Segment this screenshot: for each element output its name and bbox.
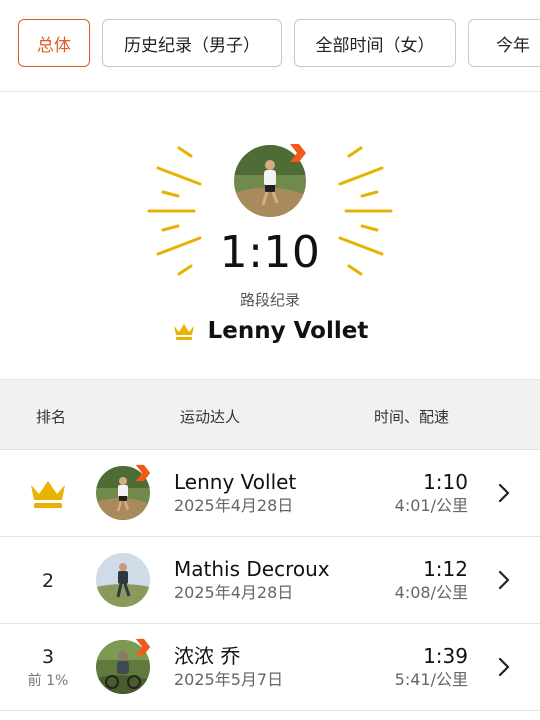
subscriber-badge-icon (290, 144, 306, 162)
leaderboard-row[interactable]: 2 Mathis Decroux 2025年4月28日 1:12 4:08/公里 (0, 537, 540, 624)
header-time-pace: 时间、配速 (374, 408, 450, 426)
record-time: 1:10 (219, 227, 321, 278)
chevron-right-icon[interactable] (497, 569, 511, 591)
leaderboard-row[interactable]: 3 前 1% 浓浓 乔 2025年5月7日 1:39 5:41/公里 (0, 624, 540, 711)
crown-icon (173, 324, 194, 340)
record-holder-name: Lenny Vollet (207, 318, 369, 344)
rank-cell: 2 (0, 537, 96, 624)
leaderboard-header: 排名 运动达人 时间、配速 (0, 379, 540, 450)
pace: 4:01/公里 (394, 496, 468, 515)
segment-record-hero: 1:10 路段纪录 Lenny Vollet (0, 92, 540, 379)
filter-chip-all-time-women[interactable]: 全部时间（女） (294, 19, 456, 67)
filter-chip-history-men[interactable]: 历史纪录（男子） (102, 19, 282, 67)
subscriber-badge-icon (135, 638, 151, 656)
filter-chip-this-year[interactable]: 今年 (468, 19, 540, 67)
athlete-name: Lenny Vollet (174, 470, 297, 494)
header-athlete: 运动达人 (180, 408, 241, 426)
athlete-info: Mathis Decroux 2025年4月28日 (174, 557, 330, 604)
activity-date: 2025年5月7日 (174, 670, 284, 689)
athlete-info: 浓浓 乔 2025年5月7日 (174, 644, 283, 691)
rank-number: 3 (41, 645, 55, 668)
chevron-right-icon[interactable] (497, 482, 511, 504)
header-rank: 排名 (36, 408, 67, 426)
pace: 5:41/公里 (394, 670, 468, 689)
elapsed-time: 1:10 (423, 470, 468, 494)
athlete-name: Mathis Decroux (174, 557, 330, 581)
performance: 1:10 4:01/公里 (395, 470, 468, 517)
subscriber-badge-icon (135, 464, 151, 482)
record-label: 路段纪录 (239, 291, 300, 309)
activity-date: 2025年4月28日 (174, 496, 294, 515)
rank-number: 2 (41, 569, 55, 592)
athlete-avatar[interactable] (96, 553, 150, 607)
filter-chip-overall[interactable]: 总体 (18, 19, 90, 67)
athlete-name: 浓浓 乔 (174, 644, 241, 668)
leaderboard-row[interactable]: Lenny Vollet 2025年4月28日 1:10 4:01/公里 (0, 450, 540, 537)
crown-icon (31, 480, 65, 508)
activity-date: 2025年4月28日 (174, 583, 294, 602)
athlete-info: Lenny Vollet 2025年4月28日 (174, 470, 296, 517)
filter-bar: 总体 历史纪录（男子） 全部时间（女） 今年 (0, 0, 540, 92)
performance: 1:39 5:41/公里 (395, 644, 468, 691)
elapsed-time: 1:12 (423, 557, 468, 581)
chevron-right-icon[interactable] (497, 656, 511, 678)
record-holder[interactable]: Lenny Vollet (0, 318, 540, 344)
rank-percentile: 前 1% (27, 672, 69, 689)
rank-cell: 3 前 1% (0, 624, 96, 711)
performance: 1:12 4:08/公里 (395, 557, 468, 604)
rank-cell (0, 450, 96, 537)
pace: 4:08/公里 (394, 583, 468, 602)
elapsed-time: 1:39 (423, 644, 468, 668)
